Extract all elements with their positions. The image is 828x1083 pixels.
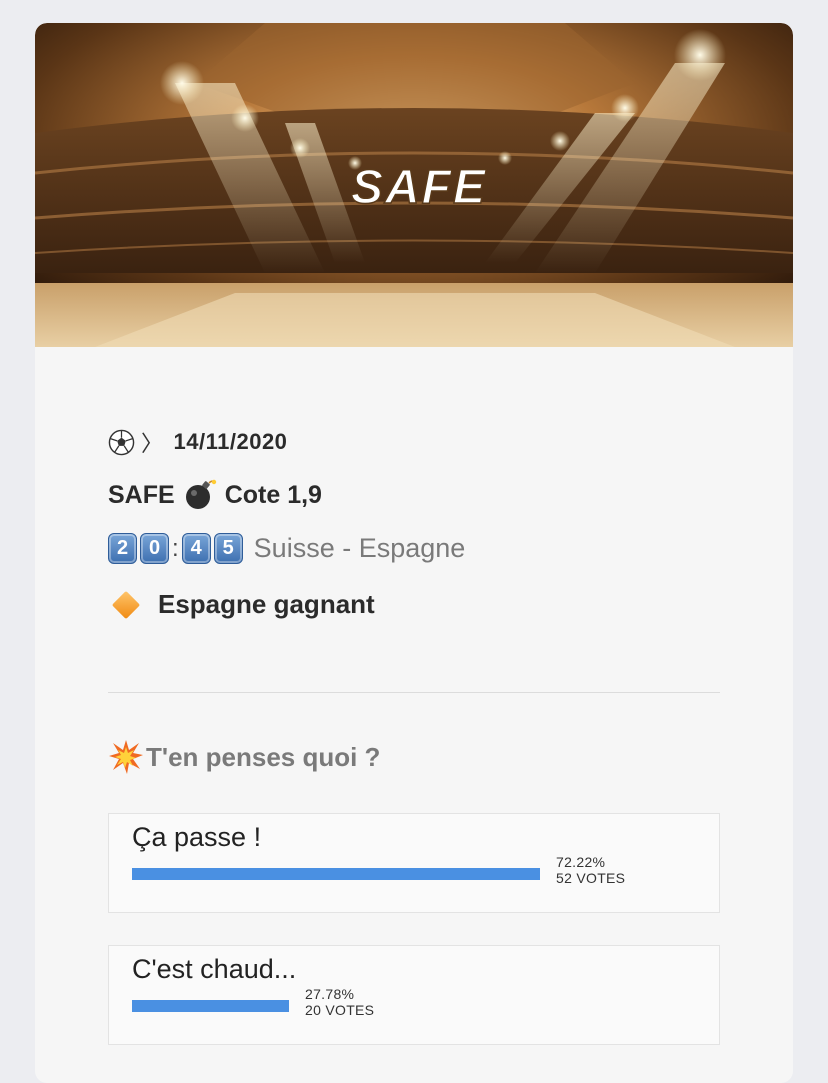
match-teams: Suisse - Espagne bbox=[253, 533, 466, 563]
pick-line: Espagne gagnant bbox=[108, 589, 375, 620]
time-digit: 5 bbox=[213, 533, 243, 564]
poll-option-label: Ça passe ! bbox=[132, 822, 262, 852]
bomb-icon bbox=[185, 479, 216, 509]
orange-diamond-icon bbox=[111, 590, 141, 619]
pick-text: Espagne gagnant bbox=[158, 589, 375, 619]
banner-title: SAFE bbox=[351, 161, 487, 214]
poll-option-percent: 72.22% bbox=[556, 854, 606, 870]
poll-option-stats: 72.22% 52 VOTES bbox=[556, 854, 625, 886]
poll-option-bar bbox=[132, 1000, 289, 1012]
time-separator: : bbox=[172, 534, 179, 562]
divider bbox=[108, 692, 720, 693]
time-digit: 2 bbox=[108, 533, 137, 564]
post-card: SAFE 〉 14/11/2020 SAFE Cote 1,9 2 0: 4 … bbox=[35, 23, 793, 1083]
post-date: 14/11/2020 bbox=[173, 429, 288, 454]
poll-option-bar bbox=[132, 868, 540, 880]
poll-option-percent: 27.78% bbox=[305, 986, 355, 1002]
poll-option-label: C'est chaud... bbox=[132, 954, 297, 984]
poll-option[interactable]: C'est chaud... 27.78% 20 VOTES bbox=[108, 945, 720, 1045]
poll-option-stats: 27.78% 20 VOTES bbox=[305, 986, 374, 1018]
stadium-banner-image: SAFE bbox=[35, 23, 793, 347]
match-line: 2 0 : 4 5 Suisse - Espagne bbox=[108, 533, 465, 564]
poll-question: T'en penses quoi ? bbox=[108, 739, 380, 775]
title-right: Cote 1,9 bbox=[224, 480, 322, 509]
poll-option-votes: 20 VOTES bbox=[305, 1002, 375, 1018]
date-line: 〉 14/11/2020 bbox=[108, 426, 287, 458]
time-digit: 4 bbox=[181, 533, 211, 564]
poll-question-text: T'en penses quoi ? bbox=[146, 741, 381, 772]
collision-icon bbox=[109, 740, 143, 774]
title-left: SAFE bbox=[108, 480, 175, 509]
date-separator: 〉 bbox=[141, 431, 164, 456]
soccer-ball-icon bbox=[108, 429, 135, 455]
time-digit: 0 bbox=[140, 533, 169, 564]
poll-option[interactable]: Ça passe ! 72.22% 52 VOTES bbox=[108, 813, 720, 913]
poll-option-votes: 52 VOTES bbox=[556, 870, 626, 886]
title-line: SAFE Cote 1,9 bbox=[108, 479, 322, 511]
